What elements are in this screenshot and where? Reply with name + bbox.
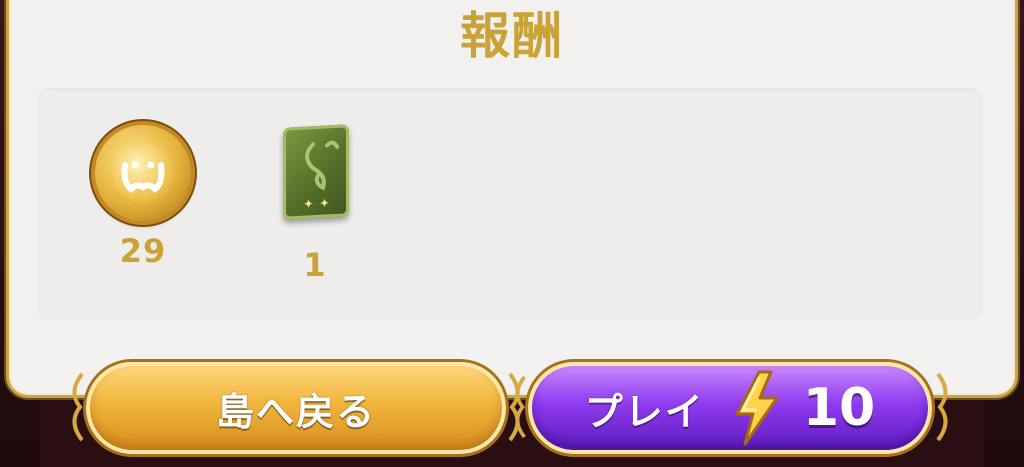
ornament-middle-right-icon [515, 375, 526, 439]
reward-item-card: ✦ ✦ 1 [250, 120, 380, 284]
lightning-bolt-icon [735, 370, 779, 446]
reward-quantity: 1 [303, 246, 327, 284]
ornament-left-icon [72, 372, 84, 442]
svg-text:✦: ✦ [303, 197, 314, 213]
green-card-pack-icon: ✦ ✦ [283, 124, 349, 220]
ornament-right-icon [936, 372, 948, 442]
play-button[interactable]: プレイ 10 [528, 362, 932, 454]
gold-coin-icon [95, 125, 191, 221]
reward-item-coin: 29 [78, 120, 208, 270]
page-title: 報酬 [460, 7, 564, 65]
back-to-island-label: 島へ戻る [215, 389, 376, 434]
play-cost: 10 [802, 378, 876, 438]
back-to-island-button[interactable]: 島へ戻る [86, 362, 506, 454]
play-label: プレイ [584, 389, 705, 434]
reward-quantity: 29 [119, 232, 167, 270]
svg-text:✦: ✦ [319, 196, 330, 212]
